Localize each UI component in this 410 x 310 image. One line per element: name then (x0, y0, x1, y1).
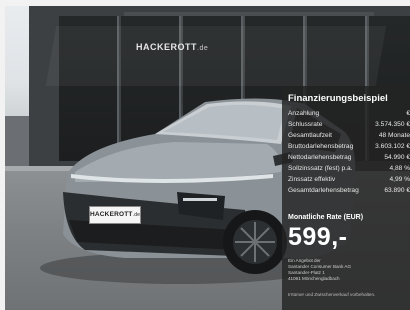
monthly-rate-value: 599,- (288, 223, 348, 251)
financing-rows: Anzahlung € Schlussrate 3.574.350 € Gesamt… (288, 110, 410, 198)
financing-row: Schlussrate 3.574.350 € (288, 121, 410, 128)
financing-row: Sollzinssatz (fest) p.a. 4,88 % (288, 165, 410, 172)
financing-panel: Finanzierungsbeispiel Anzahlung € Schluss… (282, 86, 410, 310)
provider-info: Ein Angebot der Santander Consumer Bank … (288, 258, 352, 281)
financing-row: Nettodarlehensbetrag 54.990 € (288, 154, 410, 161)
license-plate: HACKEROTT.de (89, 206, 141, 224)
financing-row: Gesamtlaufzeit 48 Monate (288, 132, 410, 139)
disclaimer-note: Irrtümer und Zwischenverkauf vorbehalten… (288, 292, 376, 297)
financing-row: Zinssatz effektiv 4,99 % (288, 176, 410, 183)
financing-row: Anzahlung € (288, 110, 410, 117)
vehicle-photo: HACKEROTT.de HACKEROTT.de Finanzierungsb… (5, 6, 410, 310)
monthly-rate-label: Monatliche Rate (EUR) (288, 214, 364, 221)
financing-row: Gesamtdarlehensbetrag 63.890 € (288, 187, 410, 194)
financing-title: Finanzierungsbeispiel (288, 93, 388, 104)
financing-row: Bruttodarlehensbetrag 3.603.102 € (288, 143, 410, 150)
